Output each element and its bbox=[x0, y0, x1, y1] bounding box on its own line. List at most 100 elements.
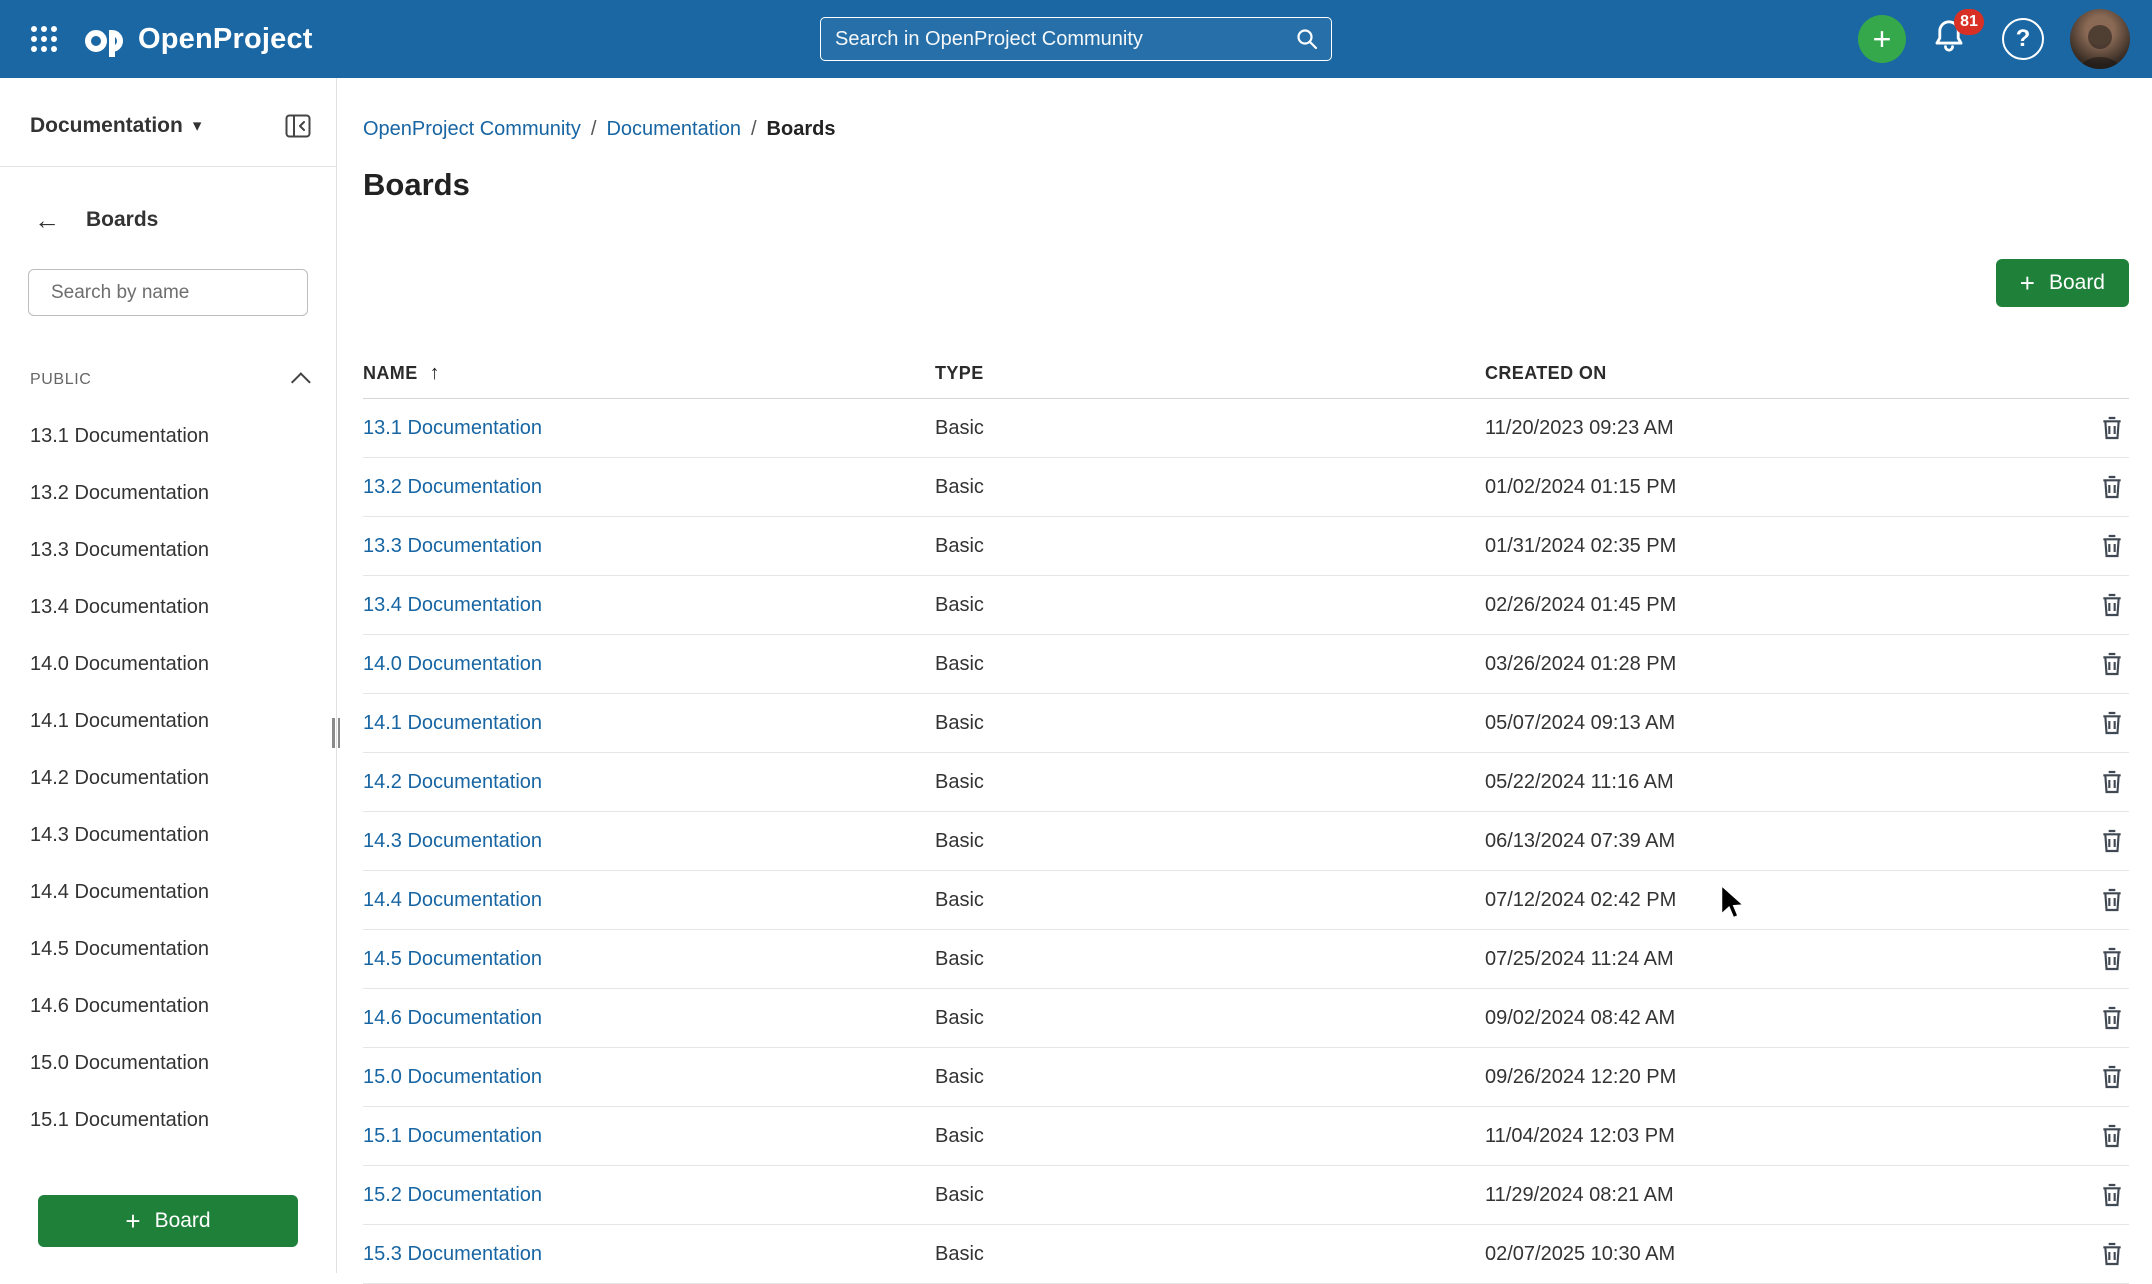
delete-board-button[interactable] bbox=[2095, 1001, 2129, 1035]
sidebar-item-board[interactable]: 14.4 Documentation bbox=[0, 864, 336, 921]
sidebar-item-board[interactable]: 15.0 Documentation bbox=[0, 1035, 336, 1092]
notification-badge: 81 bbox=[1954, 9, 1984, 35]
back-arrow-icon: ← bbox=[34, 205, 60, 236]
board-type: Basic bbox=[935, 948, 1485, 971]
top-header: OpenProject + 81 ? bbox=[0, 0, 2152, 78]
sidebar-item-board[interactable]: 15.1 Documentation bbox=[0, 1092, 336, 1149]
table-row: 15.3 Documentation Basic 02/07/2025 10:3… bbox=[363, 1225, 2129, 1284]
board-link[interactable]: 14.2 Documentation bbox=[363, 771, 542, 794]
breadcrumb-separator: / bbox=[591, 118, 597, 141]
column-header-name[interactable]: NAME bbox=[363, 363, 418, 384]
delete-board-button[interactable] bbox=[2095, 765, 2129, 799]
board-link[interactable]: 15.1 Documentation bbox=[363, 1125, 542, 1148]
sidebar-item-board[interactable]: 13.3 Documentation bbox=[0, 522, 336, 579]
delete-board-button[interactable] bbox=[2095, 647, 2129, 681]
board-type: Basic bbox=[935, 653, 1485, 676]
board-created: 02/07/2025 10:30 AM bbox=[1485, 1243, 2077, 1266]
table-row: 15.2 Documentation Basic 11/29/2024 08:2… bbox=[363, 1166, 2129, 1225]
new-board-button[interactable]: + Board bbox=[1996, 259, 2129, 307]
global-search[interactable] bbox=[820, 17, 1332, 61]
delete-board-button[interactable] bbox=[2095, 411, 2129, 445]
global-search-input[interactable] bbox=[835, 28, 1295, 51]
board-link[interactable]: 13.3 Documentation bbox=[363, 535, 542, 558]
chevron-up-icon bbox=[291, 372, 311, 392]
logo-text: OpenProject bbox=[138, 23, 313, 56]
project-select-label: Documentation bbox=[30, 114, 183, 138]
search-icon[interactable] bbox=[1295, 27, 1319, 51]
table-row: 14.4 Documentation Basic 07/12/2024 02:4… bbox=[363, 871, 2129, 930]
board-link[interactable]: 13.4 Documentation bbox=[363, 594, 542, 617]
user-avatar[interactable] bbox=[2070, 9, 2130, 69]
collapse-sidebar-button[interactable] bbox=[278, 106, 318, 146]
delete-board-button[interactable] bbox=[2095, 529, 2129, 563]
apps-grid-icon[interactable] bbox=[22, 17, 66, 61]
board-link[interactable]: 14.5 Documentation bbox=[363, 948, 542, 971]
public-section-label: PUBLIC bbox=[30, 371, 91, 389]
sidebar-item-board[interactable]: 14.5 Documentation bbox=[0, 921, 336, 978]
delete-board-button[interactable] bbox=[2095, 824, 2129, 858]
board-list: 13.1 Documentation 13.2 Documentation 13… bbox=[0, 402, 336, 1185]
board-type: Basic bbox=[935, 1243, 1485, 1266]
sidebar-divider bbox=[0, 166, 336, 167]
board-link[interactable]: 14.1 Documentation bbox=[363, 712, 542, 735]
board-created: 05/22/2024 11:16 AM bbox=[1485, 771, 2077, 794]
quick-add-button[interactable]: + bbox=[1858, 15, 1906, 63]
table-row: 13.1 Documentation Basic 11/20/2023 09:2… bbox=[363, 399, 2129, 458]
delete-board-button[interactable] bbox=[2095, 883, 2129, 917]
board-link[interactable]: 13.2 Documentation bbox=[363, 476, 542, 499]
delete-board-button[interactable] bbox=[2095, 588, 2129, 622]
openproject-logo-icon bbox=[84, 21, 128, 57]
board-link[interactable]: 14.3 Documentation bbox=[363, 830, 542, 853]
board-link[interactable]: 14.4 Documentation bbox=[363, 889, 542, 912]
delete-board-button[interactable] bbox=[2095, 470, 2129, 504]
board-link[interactable]: 15.3 Documentation bbox=[363, 1243, 542, 1266]
sidebar-item-board[interactable]: 14.2 Documentation bbox=[0, 750, 336, 807]
new-board-button-sidebar[interactable]: + Board bbox=[38, 1195, 298, 1247]
table-row: 14.1 Documentation Basic 05/07/2024 09:1… bbox=[363, 694, 2129, 753]
collapse-panel-icon bbox=[285, 114, 311, 138]
sidebar-item-board[interactable]: 13.2 Documentation bbox=[0, 465, 336, 522]
grid-dots-icon bbox=[30, 25, 58, 53]
board-created: 11/29/2024 08:21 AM bbox=[1485, 1184, 2077, 1207]
board-link[interactable]: 14.0 Documentation bbox=[363, 653, 542, 676]
sidebar-search-input[interactable] bbox=[51, 282, 296, 304]
board-created: 09/02/2024 08:42 AM bbox=[1485, 1007, 2077, 1030]
table-row: 13.3 Documentation Basic 01/31/2024 02:3… bbox=[363, 517, 2129, 576]
column-header-created[interactable]: CREATED ON bbox=[1485, 363, 2077, 384]
board-created: 05/07/2024 09:13 AM bbox=[1485, 712, 2077, 735]
back-button[interactable]: ← bbox=[30, 203, 64, 237]
sidebar-search[interactable] bbox=[28, 269, 308, 316]
breadcrumb-link-community[interactable]: OpenProject Community bbox=[363, 118, 581, 141]
board-link[interactable]: 14.6 Documentation bbox=[363, 1007, 542, 1030]
notifications-button[interactable]: 81 bbox=[1932, 17, 1976, 61]
sidebar-item-board[interactable]: 13.1 Documentation bbox=[0, 408, 336, 465]
sidebar-item-board[interactable]: 14.3 Documentation bbox=[0, 807, 336, 864]
public-section-toggle[interactable]: PUBLIC bbox=[0, 358, 336, 402]
breadcrumb-current: Boards bbox=[767, 118, 836, 141]
project-select[interactable]: Documentation ▾ bbox=[30, 114, 201, 138]
board-type: Basic bbox=[935, 1066, 1485, 1089]
sidebar-item-board[interactable]: 14.1 Documentation bbox=[0, 693, 336, 750]
board-link[interactable]: 15.2 Documentation bbox=[363, 1184, 542, 1207]
sidebar-item-board[interactable]: 14.6 Documentation bbox=[0, 978, 336, 1035]
delete-board-button[interactable] bbox=[2095, 1178, 2129, 1212]
board-link[interactable]: 13.1 Documentation bbox=[363, 417, 542, 440]
breadcrumb-link-project[interactable]: Documentation bbox=[606, 118, 741, 141]
avatar-silhouette-icon bbox=[2070, 15, 2130, 69]
delete-board-button[interactable] bbox=[2095, 1060, 2129, 1094]
board-link[interactable]: 15.0 Documentation bbox=[363, 1066, 542, 1089]
delete-board-button[interactable] bbox=[2095, 942, 2129, 976]
sidebar-item-board[interactable]: 13.4 Documentation bbox=[0, 579, 336, 636]
delete-board-button[interactable] bbox=[2095, 1237, 2129, 1271]
openproject-logo[interactable]: OpenProject bbox=[84, 21, 313, 57]
sidebar: Documentation ▾ ← Boards PUBLIC 13.1 Doc… bbox=[0, 78, 337, 1273]
column-header-type[interactable]: TYPE bbox=[935, 363, 1485, 384]
delete-board-button[interactable] bbox=[2095, 706, 2129, 740]
delete-board-button[interactable] bbox=[2095, 1119, 2129, 1153]
sidebar-item-board[interactable]: 14.0 Documentation bbox=[0, 636, 336, 693]
help-button[interactable]: ? bbox=[2002, 18, 2044, 60]
board-created: 07/12/2024 02:42 PM bbox=[1485, 889, 2077, 912]
board-created: 03/26/2024 01:28 PM bbox=[1485, 653, 2077, 676]
table-row: 15.1 Documentation Basic 11/04/2024 12:0… bbox=[363, 1107, 2129, 1166]
sort-ascending-icon[interactable]: ↑ bbox=[430, 362, 440, 385]
